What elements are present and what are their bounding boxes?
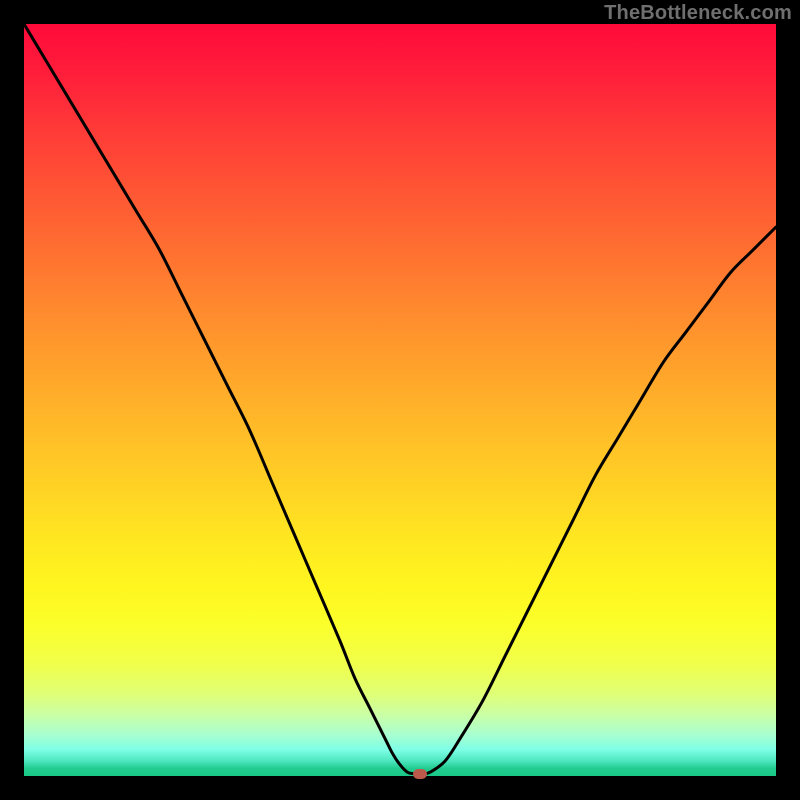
watermark-text: TheBottleneck.com	[604, 2, 792, 25]
optimum-marker	[413, 769, 427, 779]
bottleneck-curve	[24, 24, 776, 776]
chart-frame: TheBottleneck.com	[0, 0, 800, 800]
plot-area	[24, 24, 776, 776]
